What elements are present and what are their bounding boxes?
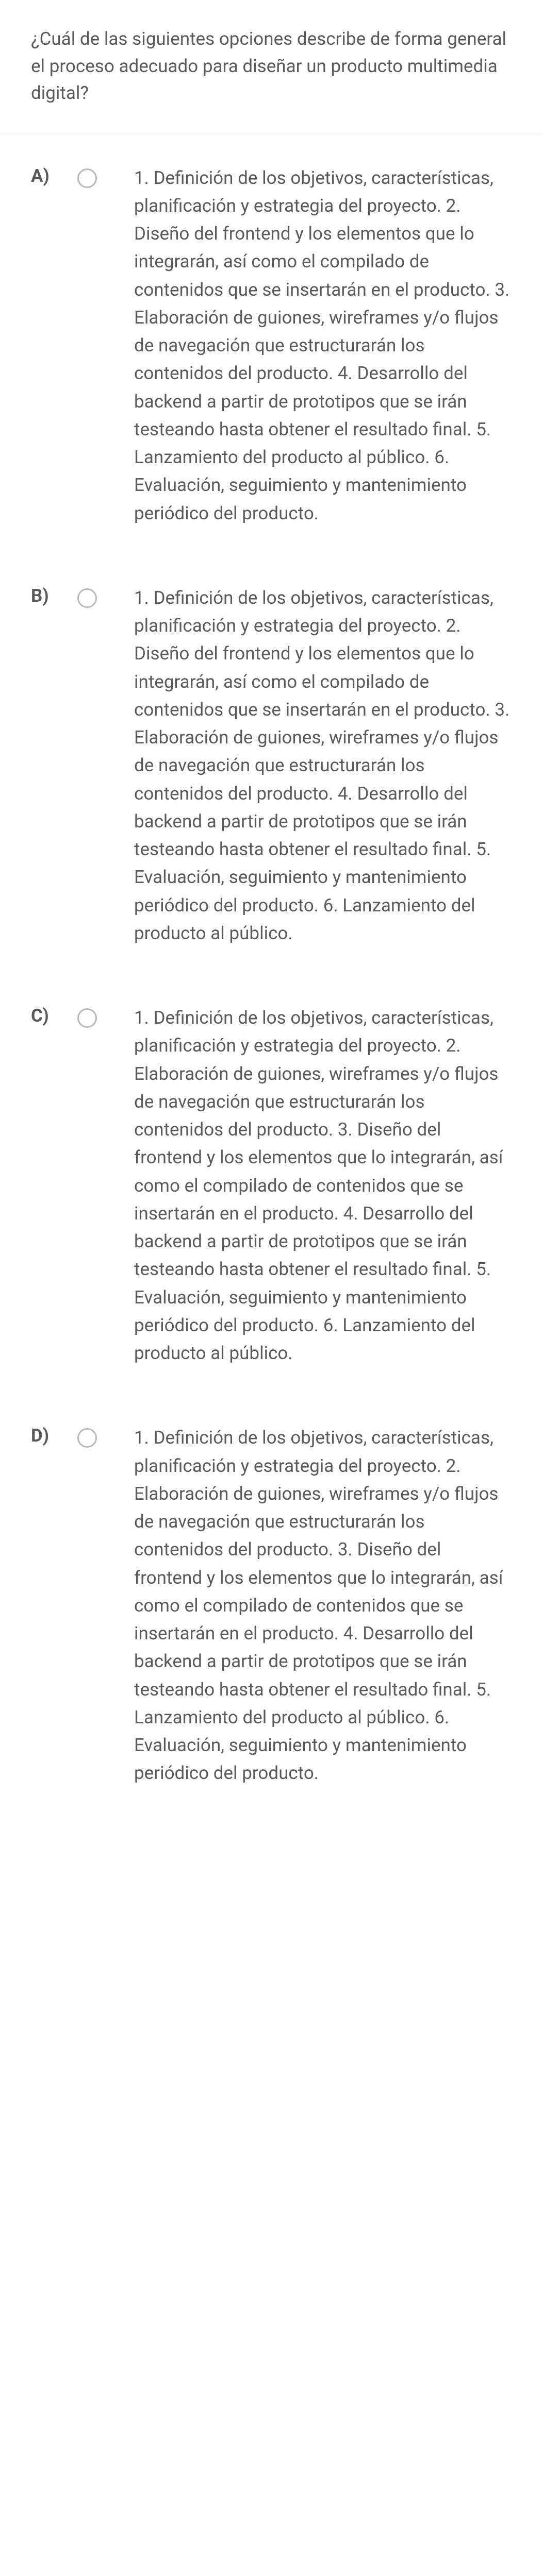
- option-row-c: C) 1. Definición de los objetivos, carac…: [31, 1004, 512, 1367]
- option-radio-wrapper: [77, 164, 134, 188]
- option-radio-wrapper: [77, 584, 134, 608]
- options-container: A) 1. Definición de los objetivos, carac…: [0, 133, 543, 1819]
- option-row-b: B) 1. Definición de los objetivos, carac…: [31, 584, 512, 947]
- option-text: 1. Definición de los objetivos, caracter…: [134, 1004, 512, 1367]
- option-text: 1. Definición de los objetivos, caracter…: [134, 164, 512, 528]
- radio-button-a[interactable]: [77, 168, 97, 188]
- option-letter: C): [31, 1004, 77, 1026]
- option-row-a: A) 1. Definición de los objetivos, carac…: [31, 164, 512, 528]
- radio-button-d[interactable]: [77, 1428, 97, 1448]
- question-header: ¿Cuál de las siguientes opciones describ…: [0, 0, 543, 133]
- option-text: 1. Definición de los objetivos, caracter…: [134, 584, 512, 947]
- radio-button-b[interactable]: [77, 588, 97, 608]
- option-radio-wrapper: [77, 1424, 134, 1448]
- option-row-d: D) 1. Definición de los objetivos, carac…: [31, 1424, 512, 1787]
- option-letter: A): [31, 164, 77, 187]
- question-text: ¿Cuál de las siguientes opciones describ…: [31, 26, 512, 107]
- option-radio-wrapper: [77, 1004, 134, 1028]
- option-letter: D): [31, 1424, 77, 1446]
- option-letter: B): [31, 584, 77, 606]
- option-text: 1. Definición de los objetivos, caracter…: [134, 1424, 512, 1787]
- radio-button-c[interactable]: [77, 1008, 97, 1028]
